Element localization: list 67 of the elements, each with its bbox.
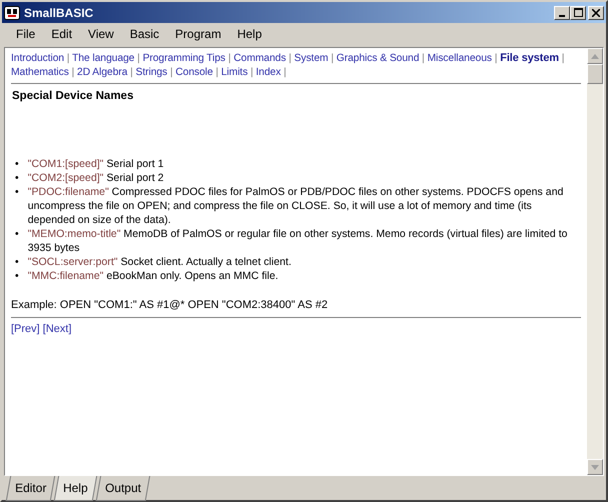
nav-link[interactable]: System [294, 53, 328, 64]
separator: | [284, 67, 286, 78]
bullet: • [15, 269, 19, 284]
tab[interactable]: Help [54, 476, 98, 501]
app-icon [4, 6, 20, 20]
nav-link[interactable]: Limits [221, 67, 248, 78]
separator: | [288, 53, 292, 64]
scroll-up-button[interactable] [587, 48, 603, 64]
separator: | [72, 67, 74, 78]
list-item-text: "SOCL:server:port" Socket client. Actually a telnet client. [28, 255, 292, 270]
window-title: SmallBASIC [24, 4, 94, 22]
up-arrow-icon [591, 54, 599, 58]
section-heading: Special Device Names [12, 89, 134, 104]
separator: | [250, 67, 254, 78]
close-icon [592, 8, 600, 16]
list-item-text: "COM1:[speed]" Serial port 1 [28, 157, 164, 172]
menu-item[interactable]: Program [167, 25, 230, 43]
bullet: • [15, 185, 19, 200]
nav-link[interactable]: Graphics & Sound [336, 53, 420, 64]
scrollbar[interactable] [587, 48, 603, 475]
pager-link[interactable]: [Next] [42, 322, 72, 335]
menu-item[interactable]: Help [229, 25, 270, 43]
separator: | [137, 53, 140, 64]
menu-item[interactable]: Edit [43, 25, 80, 43]
nav-link[interactable]: Introduction [11, 53, 64, 64]
down-arrow-icon [591, 464, 599, 470]
menu-item[interactable]: Basic [122, 25, 168, 43]
nav-link[interactable]: The language [72, 53, 134, 64]
bullet: • [15, 171, 19, 186]
nav-link[interactable]: 2D Algebra [77, 67, 128, 78]
bullet: • [15, 255, 19, 270]
maximize-icon [574, 8, 582, 17]
maximize-button[interactable] [570, 6, 586, 20]
nav-link[interactable]: Console [175, 67, 213, 78]
nav-link[interactable]: Index [256, 67, 281, 78]
tab[interactable]: Output [96, 476, 150, 501]
separator: | [170, 67, 173, 78]
bullet: • [15, 227, 19, 242]
separator: | [422, 53, 425, 64]
close-button[interactable] [588, 6, 604, 20]
bullet: • [15, 157, 19, 172]
scroll-down-button[interactable] [587, 459, 603, 475]
list-item-text: "COM2:[speed]" Serial port 2 [28, 171, 164, 186]
list-item-text: "MMC:filename" eBookMan only. Opens an MMC file. [28, 269, 278, 284]
minimize-icon [559, 14, 565, 16]
separator: | [330, 53, 334, 64]
list-item-text: "MEMO:memo-title" MemoDB of PalmOS or regular file on other systems. Memo records (virtual files) are limited to 3935 bytes [28, 227, 568, 256]
nav-link[interactable]: Programming Tips [142, 53, 226, 64]
list-item-text: "PDOC:filename" Compressed PDOC files for PalmOS or PDB/PDOC files on other systems. PDOCFS opens and uncompress the file on OPEN; and compress the file on CLOSE. So, it will use a lot of memory and time (its depended on size of the data). [28, 185, 564, 228]
nav-link[interactable]: File system [500, 52, 559, 64]
minimize-button[interactable] [554, 6, 570, 20]
menu-item[interactable]: View [80, 25, 122, 43]
separator: | [66, 53, 70, 64]
separator: | [228, 53, 231, 64]
nav-link[interactable]: Commands [234, 53, 286, 64]
separator: | [216, 67, 218, 78]
example-text: Example: OPEN "COM1:" AS #1@* OPEN "COM2:38400" AS #2 [11, 298, 329, 314]
nav-link[interactable]: Miscellaneous [427, 53, 492, 64]
menu-item[interactable]: File [8, 25, 44, 43]
pager-link[interactable]: [Prev] [11, 322, 40, 335]
tab[interactable]: Editor [6, 476, 56, 501]
scroll-thumb[interactable] [587, 64, 603, 84]
nav-link[interactable]: Mathematics [11, 67, 69, 78]
nav-link[interactable]: Strings [136, 67, 168, 78]
separator: | [130, 67, 133, 78]
separator: | [562, 53, 564, 64]
separator: | [494, 53, 498, 64]
